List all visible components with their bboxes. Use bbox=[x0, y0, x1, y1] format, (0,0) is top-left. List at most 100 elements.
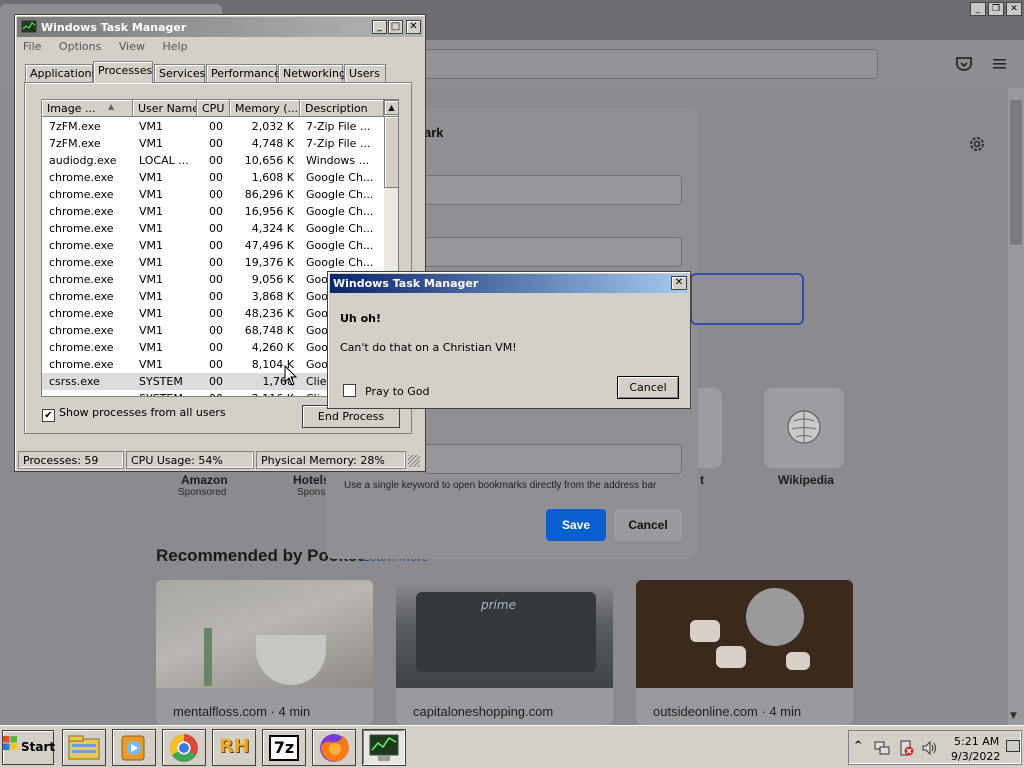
menu-file[interactable]: File bbox=[23, 40, 41, 53]
volume-icon[interactable] bbox=[921, 739, 939, 757]
cell-user-name: VM1 bbox=[139, 239, 164, 252]
show-all-users-checkbox[interactable]: ✔ Show processes from all users bbox=[42, 406, 226, 422]
taskbar-media-player[interactable] bbox=[112, 729, 156, 766]
task-manager-titlebar[interactable]: Windows Task Manager _ □ ✕ bbox=[17, 17, 423, 37]
card-1-image bbox=[156, 580, 373, 688]
taskbar-7zip[interactable]: 7z bbox=[262, 729, 306, 766]
cell-memory: 86,296 K bbox=[244, 188, 294, 201]
table-row[interactable]: chrome.exe VM1 00 1,608 K Google Ch... bbox=[42, 169, 384, 186]
taskbar-rh[interactable]: RH bbox=[212, 729, 256, 766]
table-row[interactable]: 7zFM.exe VM1 00 2,032 K 7-Zip File ... bbox=[42, 118, 384, 135]
cancel-button[interactable]: Cancel bbox=[614, 509, 682, 541]
table-row[interactable]: 7zFM.exe VM1 00 4,748 K 7-Zip File ... bbox=[42, 135, 384, 152]
taskbar-task-manager[interactable] bbox=[362, 729, 406, 766]
table-row[interactable]: chrome.exe VM1 00 86,296 K Google Ch... bbox=[42, 186, 384, 203]
table-row[interactable]: chrome.exe VM1 00 19,376 K Google Ch... bbox=[42, 254, 384, 271]
bookmark-folder-select[interactable] bbox=[690, 273, 804, 325]
action-center-error-icon[interactable] bbox=[897, 739, 915, 757]
col-memory[interactable]: Memory (... bbox=[230, 100, 300, 117]
col-image-name[interactable]: Image ... ▲ bbox=[42, 100, 133, 117]
tab-applications[interactable]: Applications bbox=[25, 64, 97, 82]
scroll-up-arrow[interactable]: ▲ bbox=[384, 100, 398, 115]
page-scrollbar-thumb[interactable] bbox=[1010, 100, 1022, 245]
col-description[interactable]: Description bbox=[300, 100, 384, 117]
task-manager-icon bbox=[21, 20, 37, 33]
cell-user-name: VM1 bbox=[139, 273, 164, 286]
tab-users[interactable]: Users bbox=[344, 64, 386, 82]
cell-image-name: csrss.exe bbox=[49, 375, 100, 388]
pray-checkbox-box[interactable] bbox=[343, 384, 356, 397]
process-list-scroll-thumb[interactable] bbox=[384, 116, 398, 188]
taskbar: Start RH 7z ^ 5:21 AM 9/3/2022 bbox=[0, 725, 1024, 768]
table-row[interactable]: chrome.exe VM1 00 4,324 K Google Ch... bbox=[42, 220, 384, 237]
cell-image-name: chrome.exe bbox=[49, 341, 114, 354]
col-user-name[interactable]: User Name bbox=[133, 100, 197, 117]
cell-image-name: chrome.exe bbox=[49, 307, 114, 320]
menu-view[interactable]: View bbox=[119, 40, 145, 53]
show-all-checkmark[interactable]: ✔ bbox=[42, 409, 55, 422]
card-3-image bbox=[636, 580, 853, 688]
status-processes: Processes: 59 bbox=[18, 451, 124, 469]
error-cancel-button[interactable]: Cancel bbox=[617, 376, 679, 399]
pocket-card-1[interactable]: mentalfloss.com · 4 min bbox=[156, 580, 373, 725]
clock-time[interactable]: 5:21 AM bbox=[954, 735, 999, 748]
save-button[interactable]: Save bbox=[546, 509, 606, 541]
task-manager-icon bbox=[369, 734, 399, 761]
cell-cpu: 00 bbox=[209, 205, 223, 218]
show-desktop-icon[interactable] bbox=[1006, 740, 1020, 752]
close-button[interactable]: ✕ bbox=[1006, 2, 1022, 16]
table-row[interactable]: chrome.exe VM1 00 16,956 K Google Ch... bbox=[42, 203, 384, 220]
tm-maximize-button[interactable]: □ bbox=[388, 20, 403, 34]
restore-button[interactable]: ❐ bbox=[988, 2, 1004, 16]
task-manager-title: Windows Task Manager bbox=[41, 21, 187, 34]
bookmark-name-field[interactable] bbox=[424, 175, 682, 205]
tm-close-button[interactable]: ✕ bbox=[406, 20, 421, 34]
error-heading: Uh oh! bbox=[340, 312, 381, 325]
error-dialog-titlebar[interactable]: Windows Task Manager ✕ bbox=[330, 274, 688, 293]
table-row[interactable]: chrome.exe VM1 00 47,496 K Google Ch... bbox=[42, 237, 384, 254]
table-row[interactable]: audiodg.exe LOCAL ... 00 10,656 K Windows ..… bbox=[42, 152, 384, 169]
taskbar-chrome[interactable] bbox=[162, 729, 206, 766]
network-icon[interactable] bbox=[873, 739, 891, 757]
pocket-card-2[interactable]: prime capitaloneshopping.com bbox=[396, 580, 613, 725]
address-bar[interactable] bbox=[420, 49, 878, 79]
menu-icon[interactable] bbox=[992, 57, 1008, 71]
cell-description: Google Ch... bbox=[306, 256, 374, 269]
tab-performance[interactable]: Performance bbox=[206, 64, 281, 82]
cell-image-name: chrome.exe bbox=[49, 273, 114, 286]
tab-networking[interactable]: Networking bbox=[278, 64, 346, 82]
gear-icon[interactable] bbox=[967, 134, 987, 154]
minimize-button[interactable]: _ bbox=[970, 2, 986, 16]
cell-cpu: 00 bbox=[209, 256, 223, 269]
menu-help[interactable]: Help bbox=[162, 40, 187, 53]
resize-grip[interactable] bbox=[408, 455, 420, 467]
show-hidden-icons-chevron-icon[interactable]: ^ bbox=[854, 740, 862, 751]
cell-memory: 4,748 K bbox=[251, 137, 294, 150]
taskbar-file-explorer[interactable] bbox=[62, 729, 106, 766]
tab-services[interactable]: Services bbox=[154, 64, 205, 82]
col-cpu[interactable]: CPU bbox=[197, 100, 230, 117]
pocket-icon[interactable] bbox=[955, 56, 973, 72]
error-dialog-close-button[interactable]: ✕ bbox=[671, 276, 687, 290]
error-dialog-title: Windows Task Manager bbox=[333, 277, 479, 290]
cell-cpu: 00 bbox=[209, 222, 223, 235]
task-manager-menubar: File Options View Help bbox=[23, 40, 202, 56]
cell-cpu: 00 bbox=[209, 307, 223, 320]
tab-processes[interactable]: Processes bbox=[93, 61, 153, 83]
cell-memory: 9,056 K bbox=[251, 273, 294, 286]
taskbar-firefox[interactable] bbox=[312, 729, 356, 766]
bookmark-url-field[interactable] bbox=[424, 237, 682, 267]
bookmark-keyword-field[interactable] bbox=[424, 444, 682, 474]
menu-options[interactable]: Options bbox=[59, 40, 101, 53]
pray-checkbox[interactable]: Pray to God bbox=[343, 384, 430, 398]
scroll-down-arrow[interactable]: ▼ bbox=[1010, 711, 1017, 721]
cell-user-name: VM1 bbox=[139, 120, 164, 133]
tile-label-amazon: Amazon bbox=[181, 473, 228, 487]
cell-user-name: VM1 bbox=[139, 171, 164, 184]
cell-memory: 47,496 K bbox=[244, 239, 294, 252]
tile-label-t: t bbox=[700, 473, 704, 487]
pocket-card-3[interactable]: outsideonline.com · 4 min bbox=[636, 580, 853, 725]
clock-date[interactable]: 9/3/2022 bbox=[951, 750, 1000, 763]
cell-cpu: 00 bbox=[209, 137, 223, 150]
tm-minimize-button[interactable]: _ bbox=[372, 20, 387, 34]
